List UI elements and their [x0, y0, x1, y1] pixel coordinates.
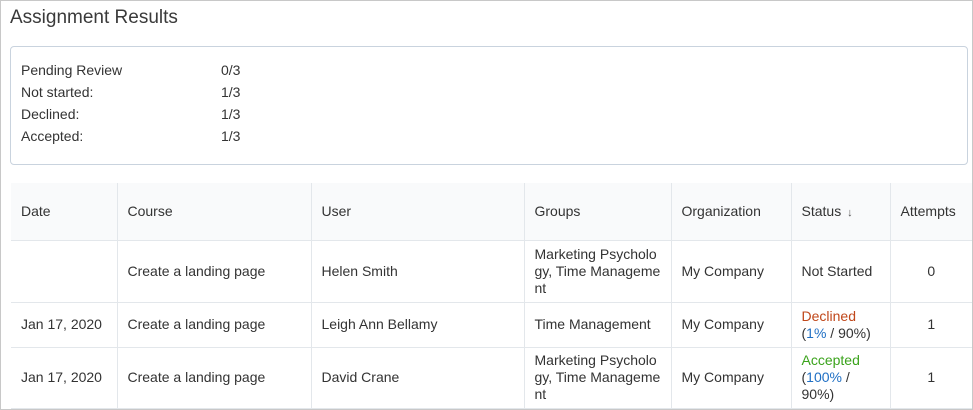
column-header-groups[interactable]: Groups: [523, 183, 671, 241]
summary-label: Pending Review: [21, 62, 123, 78]
cell-attempts: 0: [889, 240, 972, 303]
cell-status: Declined (1% / 90%): [790, 302, 890, 348]
cell-status: Not Started: [790, 240, 890, 303]
summary-value: 1/3: [221, 84, 241, 100]
cell-attempts: 1: [889, 347, 972, 409]
assignment-results-panel: Assignment Results Pending Review 0/3 No…: [0, 0, 973, 410]
summary-label: Not started:: [21, 84, 94, 100]
cell-course: Create a landing page: [116, 347, 311, 409]
table-header-row: Date Course User Groups Organization Sta…: [11, 183, 972, 241]
summary-label: Declined:: [21, 106, 80, 122]
cell-user: David Crane: [310, 347, 524, 409]
column-header-organization[interactable]: Organization: [670, 183, 791, 241]
status-text: Declined: [801, 307, 856, 324]
cell-organization: My Company: [670, 240, 791, 303]
column-header-course[interactable]: Course: [116, 183, 311, 241]
table-row: Create a landing page Helen Smith Market…: [11, 240, 972, 303]
table-row: Jan 17, 2020 Create a landing page David…: [11, 347, 972, 409]
cell-groups: Marketing Psychology, Time Management: [523, 240, 671, 303]
score-line: (1% / 90%): [802, 325, 880, 342]
status-text: Accepted: [801, 352, 860, 368]
cell-groups: Time Management: [523, 302, 671, 348]
column-header-date[interactable]: Date: [11, 183, 117, 241]
column-header-user[interactable]: User: [310, 183, 524, 241]
cell-date: Jan 17, 2020: [11, 347, 117, 409]
cell-date: [11, 240, 117, 303]
summary-label: Accepted:: [21, 128, 84, 144]
cell-groups: Marketing Psychology, Time Management: [523, 347, 671, 409]
cell-status: Accepted (100% / 90%): [790, 347, 890, 409]
results-table: Date Course User Groups Organization Sta…: [11, 183, 972, 409]
status-text: Not Started: [801, 262, 873, 279]
page-title: Assignment Results: [10, 7, 178, 28]
column-header-status-label: Status: [801, 203, 842, 220]
cell-organization: My Company: [670, 347, 791, 409]
cell-date: Jan 17, 2020: [11, 302, 117, 348]
summary-value: 1/3: [221, 106, 241, 122]
score-link[interactable]: 1%: [806, 325, 826, 341]
cell-user: Leigh Ann Bellamy: [310, 302, 524, 348]
column-header-status[interactable]: Status ↓: [790, 183, 890, 241]
table-row: Jan 17, 2020 Create a landing page Leigh…: [11, 302, 972, 348]
cell-course: Create a landing page: [116, 302, 311, 348]
cell-organization: My Company: [670, 302, 791, 348]
score-link[interactable]: 100%: [806, 369, 842, 385]
summary-value: 1/3: [221, 128, 241, 144]
score-line: (100% / 90%): [802, 369, 880, 403]
score-threshold: / 90%): [826, 324, 871, 341]
cell-user: Helen Smith: [310, 240, 524, 303]
cell-course: Create a landing page: [116, 240, 311, 303]
column-header-attempts[interactable]: Attempts: [889, 183, 972, 241]
summary-value: 0/3: [221, 62, 241, 78]
cell-attempts: 1: [889, 302, 972, 348]
sort-descending-icon: ↓: [847, 207, 853, 220]
summary-box: Pending Review 0/3 Not started: 1/3 Decl…: [10, 46, 968, 165]
